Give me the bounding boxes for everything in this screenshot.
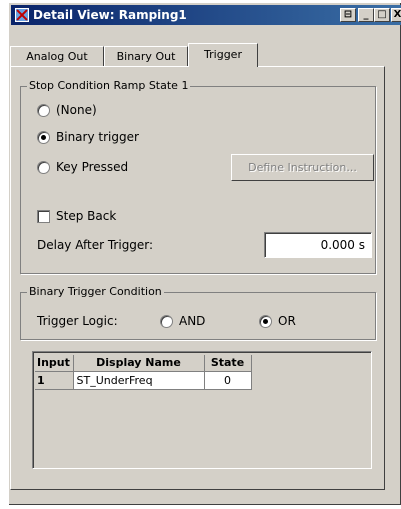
radio-none[interactable] xyxy=(37,104,50,117)
cell-display-name[interactable]: ST_UnderFreq xyxy=(73,371,205,390)
maximize-button[interactable]: □ xyxy=(374,8,390,22)
radio-key-pressed-label: Key Pressed xyxy=(56,160,129,174)
radio-and-label: AND xyxy=(179,314,206,328)
app-icon xyxy=(15,8,29,22)
column-header-input[interactable]: Input xyxy=(35,355,74,372)
radio-binary-trigger[interactable] xyxy=(37,131,50,144)
trigger-logic-label: Trigger Logic: xyxy=(37,314,118,328)
define-instruction-button[interactable]: Define Instruction... xyxy=(231,154,374,181)
title-bar[interactable]: Detail View: Ramping1 ⊟ _ □ X xyxy=(11,5,401,25)
binary-trigger-condition-legend: Binary Trigger Condition xyxy=(27,285,164,298)
table-header-row: Input Display Name State xyxy=(35,355,252,372)
radio-and[interactable] xyxy=(160,315,173,328)
column-header-display-name[interactable]: Display Name xyxy=(73,355,205,372)
inputs-table: Input Display Name State 1 ST_UnderFreq … xyxy=(35,355,252,390)
dock-button[interactable]: ⊟ xyxy=(340,8,356,22)
close-button[interactable]: X xyxy=(391,8,401,22)
table-row[interactable]: 1 ST_UnderFreq 0 xyxy=(35,371,252,390)
window-title: Detail View: Ramping1 xyxy=(33,8,187,22)
row-header-input[interactable]: 1 xyxy=(35,371,74,390)
tab-trigger[interactable]: Trigger xyxy=(188,43,258,67)
column-header-state[interactable]: State xyxy=(204,355,252,372)
radio-key-pressed[interactable] xyxy=(37,161,50,174)
step-back-checkbox[interactable] xyxy=(37,210,50,223)
cell-state[interactable]: 0 xyxy=(204,371,252,390)
radio-binary-trigger-label: Binary trigger xyxy=(56,130,139,144)
delay-after-trigger-input[interactable]: 0.000 s xyxy=(264,232,372,258)
radio-none-label: (None) xyxy=(56,103,97,117)
stop-condition-legend: Stop Condition Ramp State 1 xyxy=(27,79,191,92)
delay-after-trigger-label: Delay After Trigger: xyxy=(37,238,154,252)
radio-or-label: OR xyxy=(278,314,296,328)
tab-analog-out[interactable]: Analog Out xyxy=(10,46,104,66)
minimize-button[interactable]: _ xyxy=(358,8,374,22)
radio-or[interactable] xyxy=(259,315,272,328)
inputs-grid: Input Display Name State 1 ST_UnderFreq … xyxy=(32,351,372,469)
tab-binary-out[interactable]: Binary Out xyxy=(104,46,188,66)
step-back-label: Step Back xyxy=(56,209,117,223)
